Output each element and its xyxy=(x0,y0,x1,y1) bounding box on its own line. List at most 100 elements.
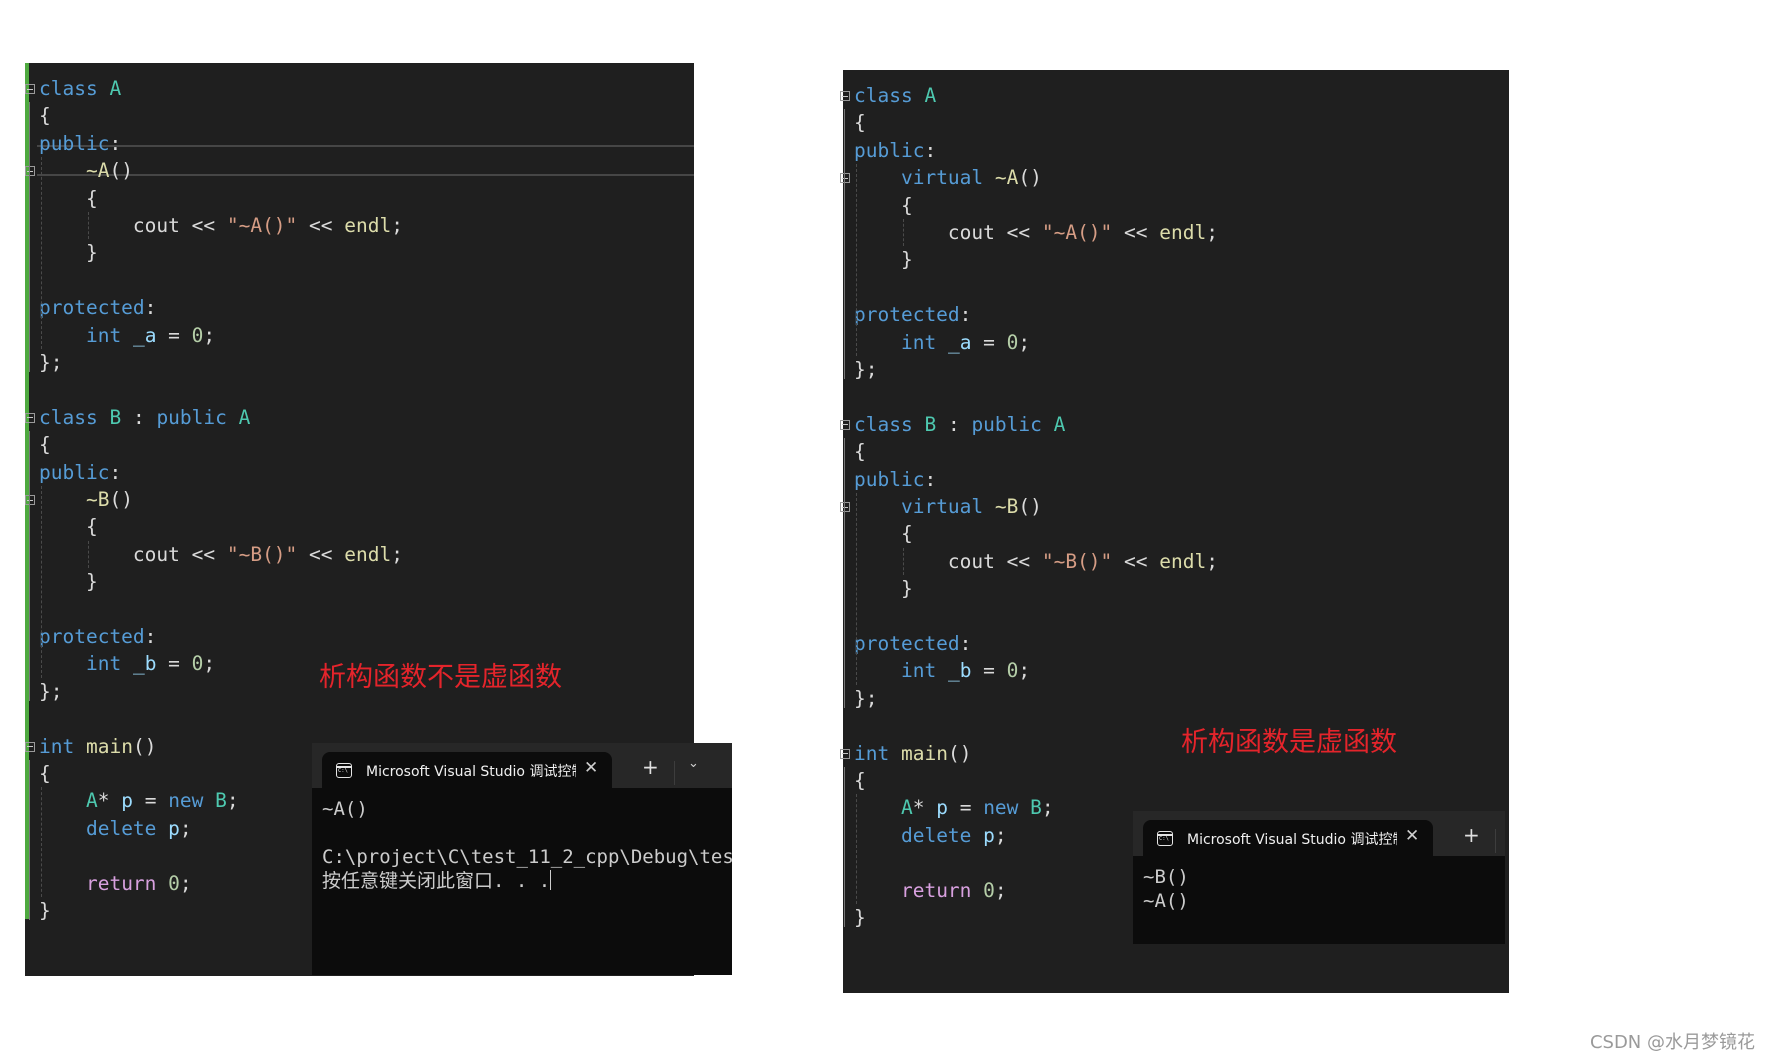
code-token: * xyxy=(912,796,937,820)
code-token: = xyxy=(971,330,1007,354)
terminal-tab[interactable]: C:\ Microsoft Visual Studio 调试控制台 ✕ xyxy=(322,752,612,790)
code-token: int xyxy=(854,741,890,765)
code-line: } xyxy=(854,575,913,602)
code-token: new xyxy=(168,789,204,813)
code-line: delete p; xyxy=(39,815,192,842)
indent-guide xyxy=(41,486,42,678)
code-line: { xyxy=(854,192,913,219)
outline-rail xyxy=(29,184,30,291)
code-token: ; xyxy=(179,816,192,840)
code-line: { xyxy=(854,520,913,547)
code-line: { xyxy=(854,438,866,465)
code-token: << xyxy=(1112,549,1160,573)
fold-toggle-icon[interactable] xyxy=(25,495,35,505)
current-line-highlight xyxy=(37,145,694,176)
code-token: : xyxy=(936,412,972,436)
code-token: << xyxy=(1112,221,1160,244)
code-token: 0 xyxy=(168,871,180,895)
code-token: p xyxy=(936,796,948,820)
code-token: "~B()" xyxy=(226,542,298,566)
fold-toggle-icon[interactable] xyxy=(25,84,35,94)
code-line: { xyxy=(39,102,51,129)
code-line: }; xyxy=(39,349,62,376)
code-line: class B : public A xyxy=(854,411,1065,438)
code-token: << xyxy=(297,214,345,237)
code-token: int xyxy=(900,659,937,683)
code-line: int main() xyxy=(854,740,971,767)
fold-toggle-icon[interactable] xyxy=(840,502,850,512)
code-token: A xyxy=(109,77,122,100)
indent-guide xyxy=(856,493,857,685)
code-token: ; xyxy=(391,542,403,566)
terminal-tab-title: Microsoft Visual Studio 调试控制台 xyxy=(366,764,576,780)
code-token: int xyxy=(85,323,122,347)
code-token: 0 xyxy=(983,878,995,902)
code-token: = xyxy=(156,652,192,676)
chevron-down-icon[interactable]: ⌄ xyxy=(688,756,699,771)
code-token: }; xyxy=(854,358,878,381)
code-token: << xyxy=(297,542,345,566)
new-tab-button[interactable]: + xyxy=(642,755,659,779)
code-line: } xyxy=(39,897,51,924)
code-token: endl xyxy=(344,214,392,237)
code-token: class xyxy=(39,405,98,429)
fold-toggle-icon[interactable] xyxy=(25,412,35,423)
fold-toggle-icon[interactable] xyxy=(840,173,850,184)
code-line: class B : public A xyxy=(39,404,250,431)
code-line: { xyxy=(39,513,98,540)
code-token: () xyxy=(109,159,133,183)
code-token: ; xyxy=(179,871,192,895)
code-token: { xyxy=(854,440,866,464)
new-tab-button[interactable]: + xyxy=(1463,823,1480,847)
debug-console-window[interactable]: C:\ Microsoft Visual Studio 调试控制台 ✕ + ~B… xyxy=(1133,811,1505,944)
debug-console-window[interactable]: C:\ Microsoft Visual Studio 调试控制台 ✕ + ⌄ … xyxy=(312,743,732,975)
indent-guide xyxy=(856,164,857,356)
fold-toggle-icon[interactable] xyxy=(840,419,850,430)
code-token: { xyxy=(854,193,913,217)
code-token: : xyxy=(109,460,122,484)
fold-toggle-icon[interactable] xyxy=(840,748,850,759)
fold-toggle-icon[interactable] xyxy=(25,741,35,752)
code-line: int _a = 0; xyxy=(39,322,215,349)
code-token: : xyxy=(144,296,157,320)
terminal-tab-title: Microsoft Visual Studio 调试控制台 xyxy=(1187,832,1397,848)
code-token: : xyxy=(121,405,157,429)
code-token: int xyxy=(900,330,937,354)
code-token: "~B()" xyxy=(1041,549,1113,573)
code-token: { xyxy=(39,433,51,457)
code-line: public: xyxy=(854,137,936,164)
code-line: protected: xyxy=(39,623,156,650)
fold-toggle-icon[interactable] xyxy=(840,91,850,101)
code-token: : xyxy=(144,625,157,648)
tab-separator xyxy=(1495,829,1496,853)
code-line: } xyxy=(854,904,866,931)
fold-toggle-icon[interactable] xyxy=(25,166,35,177)
indent-guide xyxy=(41,157,42,349)
code-token: ~A xyxy=(994,166,1019,190)
code-token: new xyxy=(983,796,1019,820)
code-token: : xyxy=(959,303,972,327)
code-line: } xyxy=(39,239,98,266)
indent-guide xyxy=(902,219,904,247)
code-token: int xyxy=(39,734,75,758)
code-token: "~A()" xyxy=(226,214,298,237)
tab-separator xyxy=(674,761,675,785)
code-token: ; xyxy=(1206,221,1218,244)
close-icon[interactable]: ✕ xyxy=(584,758,598,778)
code-token: () xyxy=(1018,166,1042,190)
code-token: public xyxy=(39,131,110,155)
close-icon[interactable]: ✕ xyxy=(1405,826,1419,846)
code-line: cout << "~A()" << endl; xyxy=(854,219,1218,246)
terminal-tab[interactable]: C:\ Microsoft Visual Studio 调试控制台 ✕ xyxy=(1143,820,1433,858)
code-token: p xyxy=(168,816,180,840)
